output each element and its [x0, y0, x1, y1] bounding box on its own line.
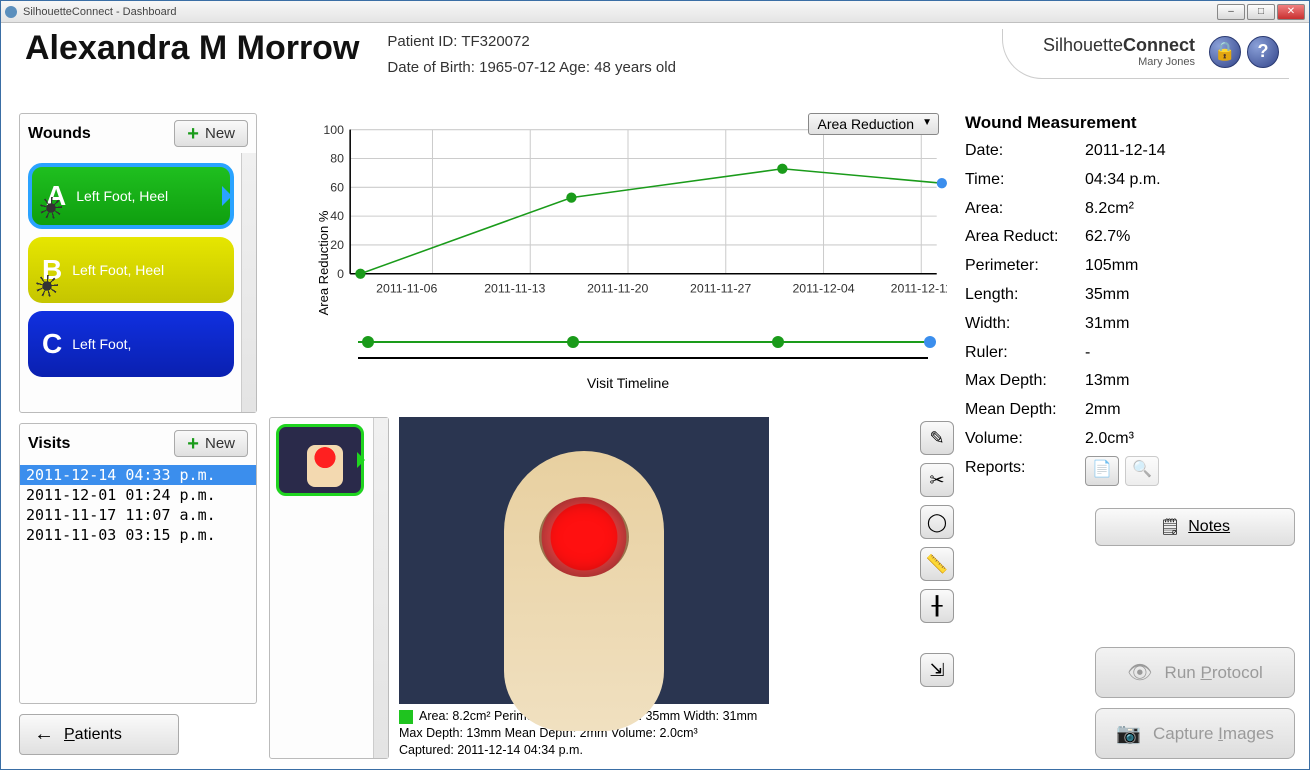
window-maximize-button[interactable]: □ — [1247, 4, 1275, 20]
wound-item-a[interactable]: A Left Foot, Heel — [28, 163, 234, 229]
gear-icon[interactable] — [40, 197, 62, 219]
timeline-label: Visit Timeline — [309, 375, 947, 391]
thumbnail-list — [269, 417, 389, 759]
svg-text:0: 0 — [337, 267, 344, 281]
edit-tool-button[interactable]: ✎ — [920, 421, 954, 455]
protocol-icon: 👁 — [1127, 660, 1152, 685]
capture-images-button[interactable]: 📷 Capture Images — [1095, 708, 1295, 759]
measurement-row: Mean Depth:2mm — [965, 396, 1295, 425]
depth-tool-button[interactable]: ╂ — [920, 589, 954, 623]
image-tools: ✎ ✂ ◯ 📏 ╂ ⇲ — [917, 417, 957, 759]
svg-text:2011-11-27: 2011-11-27 — [690, 281, 751, 295]
svg-text:2011-11-20: 2011-11-20 — [587, 281, 648, 295]
window-close-button[interactable]: ✕ — [1277, 4, 1305, 20]
measurement-row: Area:8.2cm² — [965, 195, 1295, 224]
visit-item[interactable]: 2011-12-14 04:33 p.m. — [20, 465, 256, 485]
window-titlebar: SilhouetteConnect - Dashboard – □ ✕ — [1, 1, 1309, 23]
svg-text:80: 80 — [330, 152, 344, 166]
svg-text:2011-11-06: 2011-11-06 — [376, 281, 437, 295]
window-minimize-button[interactable]: – — [1217, 4, 1245, 20]
ruler-tool-button[interactable]: 📏 — [920, 547, 954, 581]
measurement-title: Wound Measurement — [965, 113, 1295, 133]
new-wound-button[interactable]: + New — [174, 120, 248, 147]
svg-text:40: 40 — [330, 209, 344, 223]
app-icon — [5, 6, 17, 18]
measurement-row: Max Depth:13mm — [965, 367, 1295, 396]
visits-panel: Visits + New 2011-12-14 04:33 p.m. 2011-… — [19, 423, 257, 704]
measurement-row: Ruler:- — [965, 339, 1295, 368]
measurement-row: Date:2011-12-14 — [965, 137, 1295, 166]
measurement-row: Volume:2.0cm³ — [965, 425, 1295, 454]
camera-icon: 📷 — [1116, 721, 1141, 746]
new-visit-button[interactable]: + New — [174, 430, 248, 457]
measurement-row: Length:35mm — [965, 281, 1295, 310]
patient-dob: Date of Birth: 1965-07-12 Age: 48 years … — [387, 55, 676, 81]
image-meta: Area: 8.2cm² Perimeter: 105mm Length: 35… — [399, 708, 907, 759]
svg-text:2011-12-11: 2011-12-11 — [891, 281, 947, 295]
window-title: SilhouetteConnect - Dashboard — [23, 6, 176, 18]
chart-metric-dropdown[interactable]: Area Reduction — [808, 113, 939, 135]
svg-text:100: 100 — [323, 123, 344, 137]
wound-item-c[interactable]: C Left Foot, — [28, 311, 234, 377]
wounds-panel: Wounds + New A Left Foot, Heel B Left Fo… — [19, 113, 257, 413]
notes-icon: 🗒 — [1160, 517, 1180, 537]
plus-icon: + — [187, 438, 199, 450]
run-protocol-button[interactable]: 👁 Run Protocol — [1095, 647, 1295, 698]
visit-item[interactable]: 2011-12-01 01:24 p.m. — [20, 485, 256, 505]
svg-text:60: 60 — [330, 180, 344, 194]
logged-in-user: Mary Jones — [1043, 56, 1195, 68]
export-tool-button[interactable]: ⇲ — [920, 653, 954, 687]
back-arrow-icon: ← — [34, 723, 54, 746]
plus-icon: + — [187, 128, 199, 140]
crop-tool-button[interactable]: ✂ — [920, 463, 954, 497]
notes-button[interactable]: 🗒 Notes — [1095, 508, 1295, 546]
svg-text:2011-11-13: 2011-11-13 — [484, 281, 545, 295]
lock-button[interactable]: 🔒 — [1209, 36, 1241, 68]
chart-area: Area Reduction Area Reduction % — [269, 113, 957, 413]
measurement-row: Perimeter:105mm — [965, 252, 1295, 281]
patient-name: Alexandra M Morrow — [25, 29, 359, 68]
visit-timeline — [309, 330, 947, 370]
measurement-row: Time:04:34 p.m. — [965, 166, 1295, 195]
gear-icon[interactable] — [36, 275, 58, 297]
report-add-button[interactable]: 📄 — [1085, 456, 1119, 486]
measurement-row: Width:31mm — [965, 310, 1295, 339]
svg-text:20: 20 — [330, 238, 344, 252]
legend-swatch — [399, 710, 413, 724]
patient-id: Patient ID: TF320072 — [387, 29, 676, 55]
visits-title: Visits — [28, 435, 70, 453]
chart-ylabel: Area Reduction % — [316, 211, 331, 316]
visit-item[interactable]: 2011-11-03 03:15 p.m. — [20, 525, 256, 545]
brand-box: SilhouetteConnect Mary Jones 🔒 ? — [1002, 29, 1289, 79]
visit-list: 2011-12-14 04:33 p.m. 2011-12-01 01:24 p… — [20, 463, 256, 547]
help-button[interactable]: ? — [1247, 36, 1279, 68]
area-reduction-chart: 0 20 40 60 80 100 2011-11-06 2011-11-13 … — [309, 117, 947, 307]
wound-image[interactable] — [399, 417, 769, 704]
report-view-button[interactable]: 🔍 — [1125, 456, 1159, 486]
svg-text:2011-12-04: 2011-12-04 — [792, 281, 854, 295]
patients-button[interactable]: ← Patients — [19, 714, 179, 755]
measurement-row: Area Reduct:62.7% — [965, 223, 1295, 252]
wound-item-b[interactable]: B Left Foot, Heel — [28, 237, 234, 303]
outline-tool-button[interactable]: ◯ — [920, 505, 954, 539]
visit-item[interactable]: 2011-11-17 11:07 a.m. — [20, 505, 256, 525]
image-thumbnail[interactable] — [276, 424, 364, 496]
measurement-row: Reports:📄🔍 — [965, 454, 1295, 486]
wounds-title: Wounds — [28, 125, 91, 143]
